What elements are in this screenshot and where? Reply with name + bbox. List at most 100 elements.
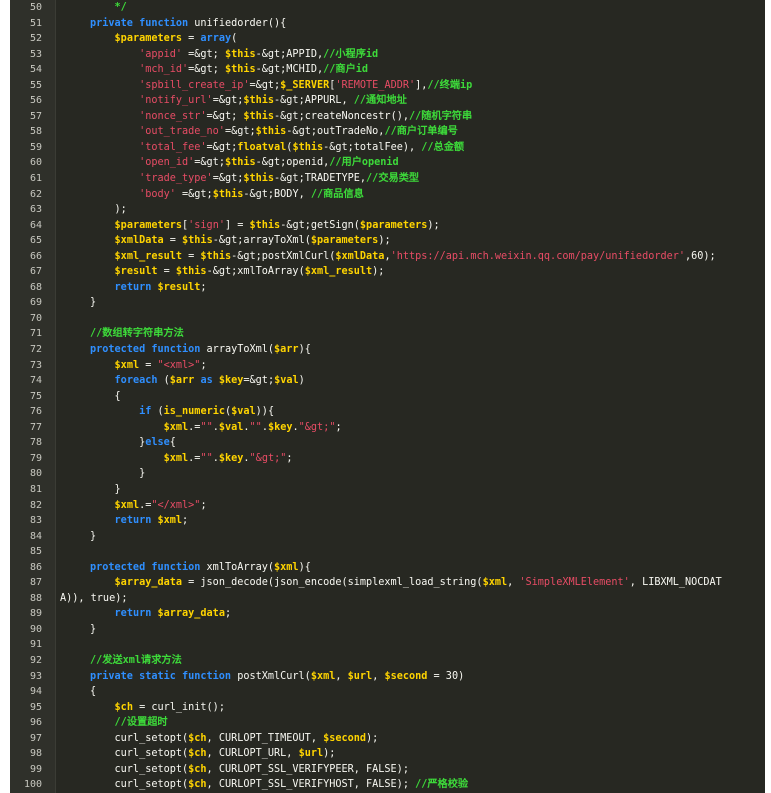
variable-token: $this (255, 126, 287, 138)
code-line: 64 $parameters['sign'] = $this-&gt;getSi… (10, 218, 765, 234)
plain-token: xmlToArray( (206, 561, 275, 573)
code-text: } (90, 295, 96, 311)
code-text: $xml = "<xml>"; (90, 358, 207, 374)
plain-token: -&gt;xmlToArray( (206, 266, 305, 278)
code-text: foreach ($arr as $key=&gt;$val) (90, 373, 305, 389)
code-text: { (90, 389, 121, 405)
code-text: 'nonce_str'=&gt; $this-&gt;createNoncest… (90, 109, 472, 125)
code-text: 'notify_url'=&gt;$this-&gt;APPURL, //通知地… (90, 93, 407, 109)
plain-token: =&gt; (194, 157, 225, 169)
variable-token: $val (274, 375, 299, 387)
keyword-token: else (145, 437, 170, 449)
plain-token: ); (323, 748, 336, 760)
line-number: 79 (29, 452, 42, 464)
string-token: 'REMOTE_ADDR' (335, 79, 416, 91)
plain-token: curl_setopt( (90, 779, 189, 791)
line-number: 64 (29, 219, 42, 231)
variable-token: $key (218, 375, 244, 387)
code-line: 65 $xmlData = $this-&gt;arrayToXml($para… (10, 233, 765, 249)
code-line: 93 private static function postXmlCurl($x… (10, 669, 765, 685)
variable-token: $arr (274, 344, 299, 356)
plain-token: unifiedorder(){ (194, 17, 287, 29)
variable-token: $xml (274, 561, 299, 573)
comment-token: //总金额 (421, 141, 465, 153)
variable-token: $xml (114, 499, 140, 511)
code-text: $parameters = array( (90, 31, 238, 47)
code-line: 95 $ch = curl_init(); (10, 700, 765, 716)
code-text: //数组转字符串方法 (90, 326, 184, 342)
code-line: 98 curl_setopt($ch, CURLOPT_URL, $url); (10, 746, 765, 762)
string-token: "<xml>" (157, 359, 201, 371)
comment-token: //商户订单编号 (384, 126, 458, 138)
code-line: 53 'appid' =&gt; $this-&gt;APPID,//小程序id (10, 47, 765, 63)
code-line: 52 $parameters = array( (10, 31, 765, 47)
string-token: "</xml>" (151, 499, 201, 511)
plain-token: -&gt;MCHID, (255, 64, 324, 76)
line-number: 95 (29, 701, 42, 713)
code-line: 100 curl_setopt($ch, CURLOPT_SSL_VERIFYH… (10, 777, 765, 793)
variable-token: $this (292, 141, 324, 153)
string-token: "&gt;" (298, 421, 336, 433)
code-text: 'mch_id'=&gt; $this-&gt;MCHID,//商户id (90, 62, 368, 78)
line-number: 50 (29, 2, 42, 13)
variable-token: $parameters (114, 219, 183, 231)
plain-token: -&gt;totalFee), (323, 141, 422, 153)
code-line: 69} (10, 295, 765, 311)
plain-token: = json_decode(json_encode(simplexml_load… (182, 577, 483, 589)
string-token: 'trade_type' (139, 173, 213, 185)
string-token: 'open_id' (139, 157, 195, 169)
code-editor[interactable]: 50 */51 private function unifiedorder(){5… (10, 0, 765, 793)
line-number: 96 (29, 717, 42, 729)
code-line: 74 foreach ($arr as $key=&gt;$val) (10, 373, 765, 389)
plain-token: ; (200, 281, 207, 293)
keyword-token: protected function (90, 344, 207, 356)
code-text: $xml.="</xml>"; (90, 498, 207, 514)
string-token: "" (200, 452, 213, 464)
plain-token: ; (200, 359, 207, 371)
variable-token: $this (212, 188, 244, 200)
code-text: ); (90, 202, 127, 218)
plain-token: )){ (255, 406, 275, 418)
variable-token: $xmlData (335, 250, 385, 262)
variable-token: $this (224, 157, 256, 169)
code-line: 78 }else{ (10, 435, 765, 451)
code-text: 'out_trade_no'=&gt;$this-&gt;outTradeNo,… (90, 124, 458, 140)
plain-token: ,60); (685, 250, 716, 262)
variable-token: $this (243, 95, 275, 107)
code-text: //发送xml请求方法 (90, 653, 182, 669)
plain-token: =&gt; (206, 141, 238, 153)
code-line: 62 'body' =&gt;$this-&gt;BODY, //商品信息 (10, 187, 765, 203)
line-number: 93 (29, 670, 42, 682)
keyword-token: return (114, 608, 158, 620)
plain-token: = (182, 250, 201, 262)
code-text: 'appid' =&gt; $this-&gt;APPID,//小程序id (90, 47, 378, 63)
plain-token: -&gt;arrayToXml( (212, 235, 311, 247)
plain-token: { (169, 437, 176, 449)
code-line: 92 //发送xml请求方法 (10, 653, 765, 669)
plain-token: { (90, 390, 121, 402)
keyword-token: return (114, 515, 158, 527)
variable-token: $key (267, 421, 293, 433)
plain-token: =&gt; (188, 64, 225, 76)
code-line: 70 (10, 311, 765, 327)
code-line: 73 $xml = "<xml>"; (10, 358, 765, 374)
code-text: $array_data = json_decode(json_encode(si… (90, 575, 722, 591)
plain-token: .= (188, 452, 201, 464)
variable-token: $ch (188, 748, 207, 760)
line-number: 100 (23, 779, 42, 791)
variable-token: $array_data (157, 608, 225, 620)
comment-token: //小程序id (323, 48, 379, 60)
variable-token: $url (347, 670, 373, 682)
variable-token: $ch (188, 763, 207, 775)
plain-token: , CURLOPT_SSL_VERIFYHOST, FALSE); (206, 779, 416, 791)
variable-token: $ch (114, 701, 133, 713)
